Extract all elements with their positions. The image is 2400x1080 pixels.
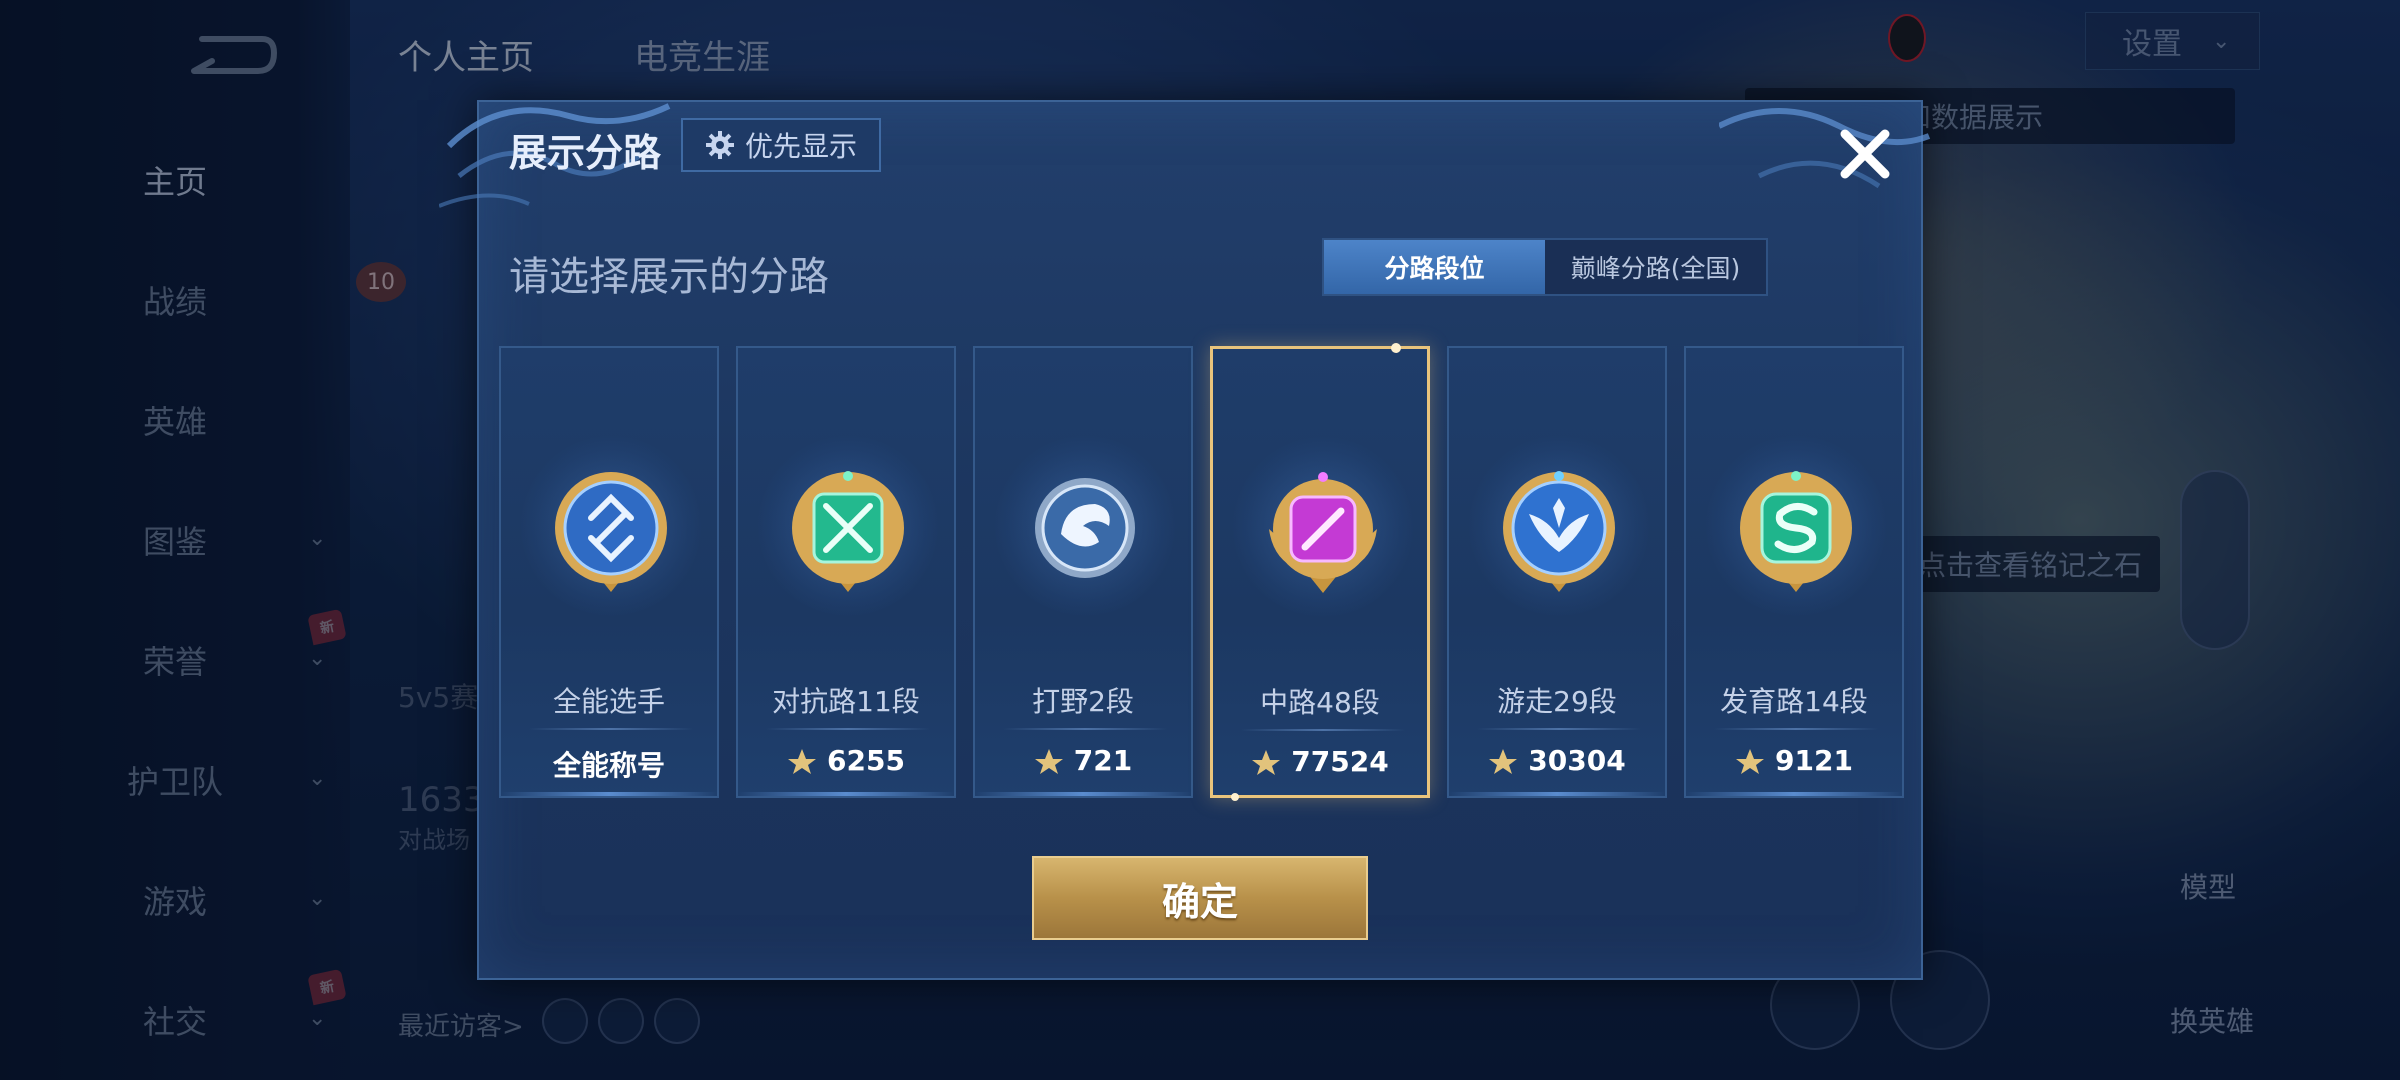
priority-display-label: 优先显示 xyxy=(744,130,857,163)
lane-card-name: 打野2段 xyxy=(1032,685,1134,718)
power-score-icon xyxy=(1736,748,1765,774)
lane-card-roam[interactable]: 游走29段 30304 xyxy=(1447,346,1667,798)
priority-display-button[interactable]: 优先显示 xyxy=(681,118,881,172)
clash-lane-emblem-icon xyxy=(792,471,904,592)
card-bottom-glow xyxy=(1449,792,1665,796)
power-score-icon xyxy=(1489,748,1518,774)
gear-icon xyxy=(705,131,734,159)
card-bottom-glow xyxy=(501,792,717,796)
lane-card-farm[interactable]: 发育路14段 9121 xyxy=(1684,346,1904,798)
card-bottom-glow xyxy=(738,792,954,796)
lane-card-jungle[interactable]: 打野2段 721 xyxy=(973,346,1193,798)
power-score-icon xyxy=(788,748,817,774)
lane-card-name: 全能选手 xyxy=(552,685,665,718)
lane-cards: 全能选手 全能称号 对抗路11段 6255 打野2段 721 中路48段 775… xyxy=(499,343,1905,801)
toggle-lane-rank[interactable]: 分路段位 xyxy=(1324,240,1545,294)
card-divider xyxy=(529,728,693,730)
lane-card-score: 77524 xyxy=(1213,745,1427,778)
lane-card-score-text: 全能称号 xyxy=(552,749,665,782)
card-divider xyxy=(1714,728,1878,730)
card-divider xyxy=(1003,728,1167,730)
close-icon xyxy=(1840,129,1890,179)
lane-card-all-round[interactable]: 全能选手 全能称号 xyxy=(499,346,719,798)
lane-card-name: 对抗路11段 xyxy=(772,685,920,718)
roam-emblem-icon xyxy=(1503,471,1615,592)
lane-card-score: 6255 xyxy=(738,744,954,777)
card-divider xyxy=(1477,728,1641,730)
card-divider xyxy=(1241,729,1405,731)
lane-card-score-value: 721 xyxy=(1073,744,1133,777)
close-button[interactable] xyxy=(1827,116,1903,192)
selected-corner-dot xyxy=(1231,793,1239,801)
lane-card-score-value: 6255 xyxy=(827,744,905,777)
toggle-peak-lane[interactable]: 巅峰分路(全国) xyxy=(1545,240,1766,294)
confirm-button[interactable]: 确定 xyxy=(1032,856,1368,940)
lane-card-name: 发育路14段 xyxy=(1720,685,1868,718)
power-score-icon xyxy=(1252,749,1281,775)
lane-card-clash[interactable]: 对抗路11段 6255 xyxy=(736,346,956,798)
lane-card-score-value: 9121 xyxy=(1775,744,1853,777)
modal-subtitle: 请选择展示的分路 xyxy=(509,254,829,300)
card-bottom-glow xyxy=(1686,792,1902,796)
lane-card-score-value: 77524 xyxy=(1291,745,1389,778)
power-score-icon xyxy=(1034,748,1063,774)
lane-card-score: 721 xyxy=(975,744,1191,777)
card-bottom-glow xyxy=(975,792,1191,796)
lane-card-mid[interactable]: 中路48段 77524 xyxy=(1210,343,1430,801)
card-divider xyxy=(766,728,930,730)
selected-corner-dot xyxy=(1391,343,1401,353)
lane-display-modal: 展示分路 优先显示 请选择展示的分路 分路段位 巅峰分路(全国) 全能选手 全能… xyxy=(439,100,1931,980)
lane-type-toggle: 分路段位 巅峰分路(全国) xyxy=(1322,238,1768,296)
lane-card-name: 中路48段 xyxy=(1260,686,1380,719)
all-round-emblem-icon xyxy=(555,472,667,592)
jungle-emblem-icon xyxy=(1035,478,1135,578)
lane-card-score-value: 30304 xyxy=(1528,744,1626,777)
mid-lane-emblem-icon xyxy=(1269,472,1377,593)
lane-card-score: 全能称号 xyxy=(501,744,717,784)
lane-card-score: 30304 xyxy=(1449,744,1665,777)
lane-card-score: 9121 xyxy=(1686,744,1902,777)
modal-title: 展示分路 xyxy=(509,131,662,175)
farm-lane-emblem-icon xyxy=(1740,471,1852,592)
lane-card-name: 游走29段 xyxy=(1497,685,1617,718)
